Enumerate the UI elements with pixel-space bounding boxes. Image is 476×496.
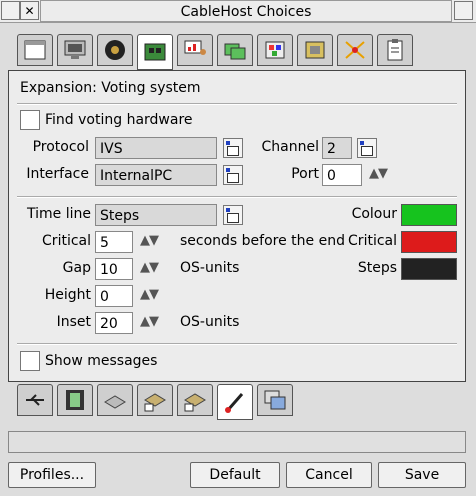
protocol-menu-icon[interactable] — [223, 138, 243, 158]
tab-usb[interactable] — [17, 384, 53, 416]
port-input[interactable]: 0 — [322, 164, 362, 186]
panel-heading: Expansion: Voting system — [20, 80, 201, 96]
brush-icon — [225, 393, 244, 413]
printer-1-icon — [144, 393, 166, 412]
window-title[interactable]: CableHost Choices — [40, 0, 452, 22]
tab-film[interactable] — [57, 384, 93, 416]
film-icon — [66, 390, 84, 410]
tab-paint[interactable] — [257, 34, 293, 66]
presentation-icon — [184, 40, 206, 55]
colour-swatch[interactable] — [401, 204, 457, 226]
channel-label: Channel — [261, 139, 319, 155]
printer-icon — [104, 395, 126, 409]
printer-2-icon — [184, 393, 206, 412]
show-messages-label: Show messages — [45, 353, 158, 369]
printer-card-icon — [305, 41, 325, 59]
gap-label: Gap — [62, 260, 91, 276]
timeline-field[interactable]: Steps — [95, 204, 217, 226]
tab-clipboard[interactable] — [377, 34, 413, 66]
default-button[interactable]: Default — [190, 462, 280, 488]
inset-stepper-icon[interactable]: ▲▼ — [140, 314, 170, 332]
colour-label: Colour — [351, 206, 397, 222]
interface-field[interactable]: InternalPC — [95, 164, 217, 186]
tab-filer[interactable] — [217, 34, 253, 66]
cancel-button[interactable]: Cancel — [286, 462, 372, 488]
steps-colour-swatch[interactable] — [401, 258, 457, 280]
find-hardware-checkbox[interactable] — [20, 110, 40, 130]
close-icon[interactable]: ✕ — [20, 1, 39, 20]
tab-presentation[interactable] — [177, 34, 213, 66]
tab-sound[interactable] — [97, 34, 133, 66]
tab-printer[interactable] — [97, 384, 133, 416]
gap-stepper-icon[interactable]: ▲▼ — [140, 260, 170, 278]
settings-panel: Expansion: Voting system Find voting har… — [8, 70, 466, 382]
tab-window[interactable] — [17, 34, 53, 66]
channel-field[interactable]: 2 — [322, 137, 352, 159]
usb-icon — [26, 394, 44, 406]
channel-menu-icon[interactable] — [357, 138, 377, 158]
tab-expansion[interactable] — [137, 34, 173, 70]
critical-input[interactable]: 5 — [95, 231, 133, 253]
network-icon — [345, 41, 365, 59]
speaker-icon — [105, 40, 125, 60]
save-button[interactable]: Save — [378, 462, 466, 488]
divider — [17, 196, 457, 198]
window-icon — [24, 40, 46, 60]
colour-steps-label: Steps — [357, 260, 397, 276]
find-hardware-label: Find voting hardware — [45, 112, 193, 128]
tab-brush[interactable] — [217, 384, 253, 420]
inset-unit: OS-units — [180, 314, 240, 330]
interface-menu-icon[interactable] — [223, 165, 243, 185]
height-stepper-icon[interactable]: ▲▼ — [140, 287, 170, 305]
height-input[interactable]: 0 — [95, 285, 133, 307]
critical-stepper-icon[interactable]: ▲▼ — [140, 233, 170, 251]
bottom-tab-row — [17, 384, 297, 422]
timeline-menu-icon[interactable] — [223, 205, 243, 225]
show-messages-checkbox[interactable] — [20, 351, 40, 371]
protocol-field[interactable]: IVS — [95, 137, 217, 159]
colour-critical-label: Critical — [348, 233, 397, 249]
inset-label: Inset — [56, 314, 91, 330]
top-tab-row — [17, 34, 417, 72]
height-label: Height — [44, 287, 91, 303]
clipboard-icon — [387, 39, 403, 61]
divider — [17, 103, 457, 105]
toggle-size-icon[interactable] — [454, 1, 473, 20]
profiles-button[interactable]: Profiles... — [8, 462, 96, 488]
tab-network[interactable] — [337, 34, 373, 66]
port-stepper-icon[interactable]: ▲▼ — [369, 166, 399, 184]
circuit-board-icon — [144, 43, 166, 61]
tab-printer-2[interactable] — [177, 384, 213, 416]
port-label: Port — [291, 166, 319, 182]
timeline-label: Time line — [27, 206, 91, 222]
tab-printer-card[interactable] — [297, 34, 333, 66]
divider — [17, 343, 457, 345]
folders-icon — [224, 43, 246, 60]
inset-input[interactable]: 20 — [95, 312, 133, 334]
tab-monitor[interactable] — [57, 34, 93, 66]
interface-label: Interface — [26, 166, 89, 182]
paint-icon — [265, 41, 285, 59]
gap-unit: OS-units — [180, 260, 240, 276]
critical-label: Critical — [42, 233, 91, 249]
critical-colour-swatch[interactable] — [401, 231, 457, 253]
monitor-icon — [64, 40, 86, 59]
tab-printer-1[interactable] — [137, 384, 173, 416]
gap-input[interactable]: 10 — [95, 258, 133, 280]
back-icon[interactable] — [1, 1, 20, 20]
title-bar: ✕ CableHost Choices — [0, 0, 476, 23]
status-bar — [8, 431, 466, 453]
protocol-label: Protocol — [32, 139, 89, 155]
tab-windows[interactable] — [257, 384, 293, 416]
windows-stack-icon — [264, 390, 286, 410]
